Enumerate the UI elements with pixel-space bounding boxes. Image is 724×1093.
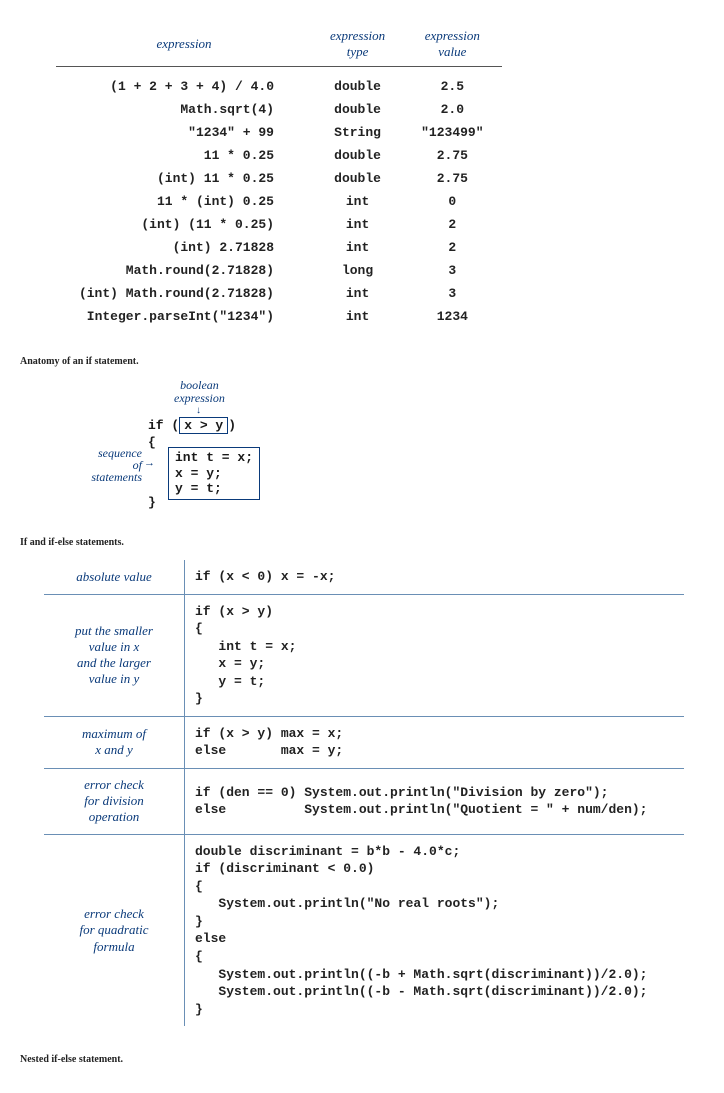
if-line: if (x > y) xyxy=(148,417,236,434)
value-cell: 2.0 xyxy=(403,98,501,121)
example-label: error check for division operation xyxy=(44,768,185,834)
example-label: absolute value xyxy=(44,560,185,594)
heading-anatomy: Anatomy of an if statement. xyxy=(20,356,704,367)
table-header-row: expression expression type expression va… xyxy=(56,24,502,67)
expr-cell: "1234" + 99 xyxy=(56,121,312,144)
if-keyword: if ( xyxy=(148,418,179,433)
example-label: put the smaller value in x and the large… xyxy=(44,594,185,716)
type-cell: double xyxy=(312,75,403,98)
expr-cell: Math.round(2.71828) xyxy=(56,259,312,282)
table-row: Math.round(2.71828)long3 xyxy=(56,259,502,282)
expr-cell: Integer.parseInt("1234") xyxy=(56,305,312,328)
type-cell: double xyxy=(312,98,403,121)
examples-table: absolute valueif (x < 0) x = -x;put the … xyxy=(44,560,684,1026)
value-cell: 2 xyxy=(403,213,501,236)
expr-cell: (int) 2.71828 xyxy=(56,236,312,259)
stmt-line: y = t; xyxy=(175,481,253,497)
table-row: (int) Math.round(2.71828)int3 xyxy=(56,282,502,305)
stmt-line: int t = x; xyxy=(175,450,253,466)
col-header-expression: expression xyxy=(56,24,312,67)
value-cell: 2 xyxy=(403,236,501,259)
arrow-right-icon: → xyxy=(144,457,155,469)
stmt-line: x = y; xyxy=(175,466,253,482)
type-cell: long xyxy=(312,259,403,282)
example-row: error check for quadratic formuladouble … xyxy=(44,834,684,1026)
example-code: if (x > y) { int t = x; x = y; y = t; } xyxy=(185,594,685,716)
table-row: 11 * (int) 0.25int0 xyxy=(56,190,502,213)
value-cell: "123499" xyxy=(403,121,501,144)
example-row: error check for division operationif (de… xyxy=(44,768,684,834)
example-row: maximum of x and yif (x > y) max = x; el… xyxy=(44,716,684,768)
condition-box: x > y xyxy=(179,417,228,434)
seq-label: sequence of statements xyxy=(70,447,142,483)
table-row: (1 + 2 + 3 + 4) / 4.0double2.5 xyxy=(56,75,502,98)
expr-cell: 11 * 0.25 xyxy=(56,144,312,167)
type-cell: int xyxy=(312,190,403,213)
col-header-type: expression type xyxy=(312,24,403,67)
example-row: put the smaller value in x and the large… xyxy=(44,594,684,716)
value-cell: 2.75 xyxy=(403,167,501,190)
boolexp-label: boolean expression xyxy=(174,379,225,404)
value-cell: 3 xyxy=(403,259,501,282)
expr-cell: (int) 11 * 0.25 xyxy=(56,167,312,190)
table-row: (int) (11 * 0.25)int2 xyxy=(56,213,502,236)
expr-cell: (int) Math.round(2.71828) xyxy=(56,282,312,305)
expr-cell: Math.sqrt(4) xyxy=(56,98,312,121)
arrow-down-icon: ↓ xyxy=(196,405,201,416)
expression-table: expression expression type expression va… xyxy=(56,24,502,328)
type-cell: int xyxy=(312,236,403,259)
value-cell: 2.5 xyxy=(403,75,501,98)
brace-close: } xyxy=(148,495,156,510)
example-code: double discriminant = b*b - 4.0*c; if (d… xyxy=(185,834,685,1026)
example-label: error check for quadratic formula xyxy=(44,834,185,1026)
table-row: Math.sqrt(4)double2.0 xyxy=(56,98,502,121)
type-cell: double xyxy=(312,144,403,167)
type-cell: int xyxy=(312,282,403,305)
heading-nested: Nested if-else statement. xyxy=(20,1054,704,1065)
type-cell: int xyxy=(312,305,403,328)
example-code: if (x < 0) x = -x; xyxy=(185,560,685,594)
expr-cell: 11 * (int) 0.25 xyxy=(56,190,312,213)
example-row: absolute valueif (x < 0) x = -x; xyxy=(44,560,684,594)
type-cell: int xyxy=(312,213,403,236)
table-row: Integer.parseInt("1234")int1234 xyxy=(56,305,502,328)
table-row: (int) 11 * 0.25double2.75 xyxy=(56,167,502,190)
value-cell: 2.75 xyxy=(403,144,501,167)
expr-cell: (int) (11 * 0.25) xyxy=(56,213,312,236)
statements-box: int t = x; x = y; y = t; xyxy=(168,447,260,500)
value-cell: 3 xyxy=(403,282,501,305)
table-row: "1234" + 99String"123499" xyxy=(56,121,502,144)
value-cell: 0 xyxy=(403,190,501,213)
heading-ifelse: If and if-else statements. xyxy=(20,537,704,548)
example-label: maximum of x and y xyxy=(44,716,185,768)
type-cell: String xyxy=(312,121,403,144)
expr-cell: (1 + 2 + 3 + 4) / 4.0 xyxy=(56,75,312,98)
col-header-value: expression value xyxy=(403,24,501,67)
table-row: (int) 2.71828int2 xyxy=(56,236,502,259)
brace-open: { xyxy=(148,435,156,450)
table-row: 11 * 0.25double2.75 xyxy=(56,144,502,167)
close-paren: ) xyxy=(228,418,236,433)
example-code: if (den == 0) System.out.println("Divisi… xyxy=(185,768,685,834)
anatomy-diagram: boolean expression ↓ if (x > y) { sequen… xyxy=(90,379,390,509)
type-cell: double xyxy=(312,167,403,190)
example-code: if (x > y) max = x; else max = y; xyxy=(185,716,685,768)
value-cell: 1234 xyxy=(403,305,501,328)
